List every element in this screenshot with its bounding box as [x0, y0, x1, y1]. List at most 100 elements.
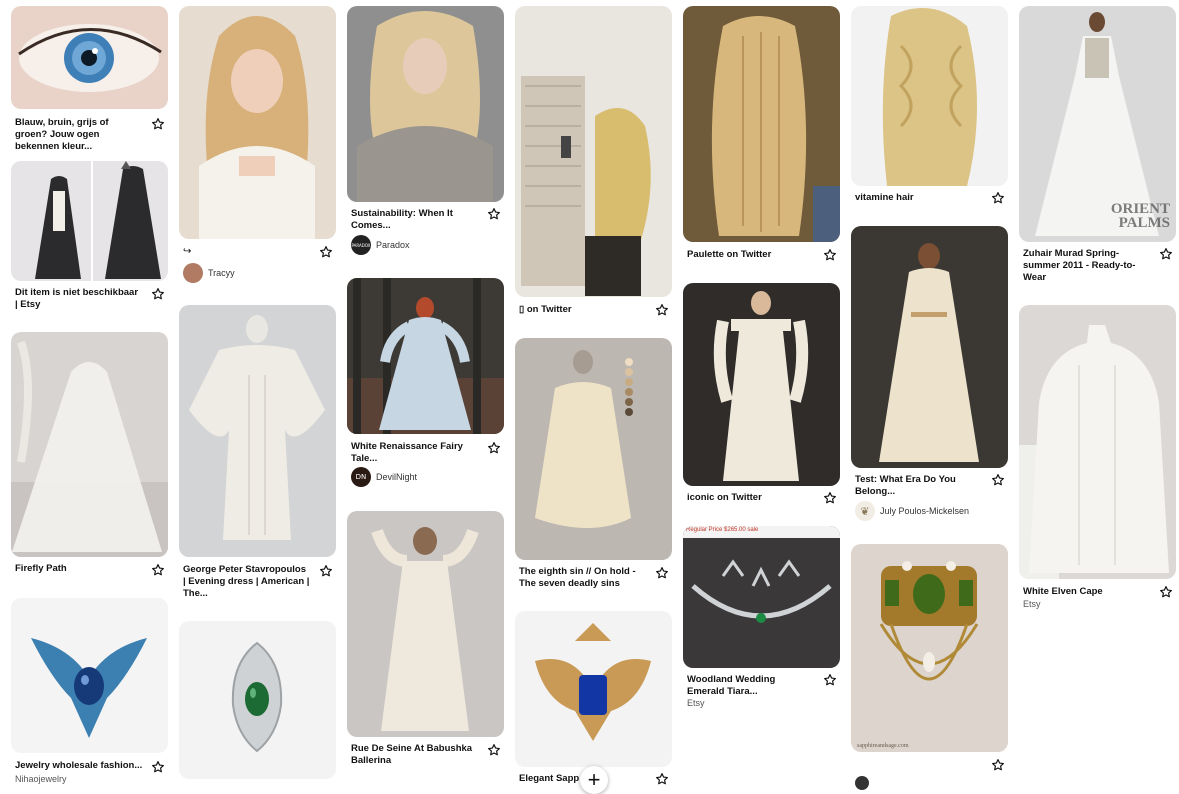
pin-image-blonde-girl[interactable] [179, 6, 336, 239]
avatar: DN [351, 467, 371, 487]
plus-icon: + [587, 767, 601, 792]
pin-card[interactable]: Regular Price $265.00 sale Woodland Wedd… [683, 526, 840, 716]
pin-card[interactable]: Sustainability: When It Comes... PARADOX… [347, 6, 504, 262]
pin-image-mirror-selfie[interactable] [515, 6, 672, 297]
pin-author[interactable]: ❦ July Poulos-Mickelsen [855, 501, 969, 521]
create-plus-button[interactable]: + [580, 766, 608, 794]
pin-image-green-gem-brooch[interactable]: sapphireandsage.com [851, 544, 1008, 752]
save-star-icon[interactable] [151, 563, 165, 577]
save-star-icon[interactable] [487, 441, 501, 455]
pin-title: Firefly Path [15, 563, 67, 574]
pin-title: White Elven Cape [1023, 586, 1103, 597]
pin-title: Blauw, bruin, grijs of groen? Jouw ogen … [15, 117, 109, 152]
pin-author[interactable]: PARADOX Paradox [351, 235, 410, 255]
save-star-icon[interactable] [319, 245, 333, 259]
pin-title: Rue De Seine At Babushka Ballerina [351, 743, 473, 766]
pin-title: vitamine hair [855, 192, 914, 203]
pin-image-lace-gown[interactable] [347, 511, 504, 737]
pin-card[interactable]: ↪ Tracyy [179, 6, 336, 286]
save-star-icon[interactable] [823, 248, 837, 262]
pin-card[interactable]: Test: What Era Do You Belong... ❦ July P… [851, 226, 1008, 526]
save-star-icon[interactable] [991, 191, 1005, 205]
pin-image-blue-bird-brooch[interactable] [11, 598, 168, 753]
save-star-icon[interactable] [487, 207, 501, 221]
pin-image-emerald-tiara[interactable]: Regular Price $265.00 sale [683, 526, 840, 668]
image-watermark: sapphireandsage.com [857, 743, 909, 749]
pin-title: Dit item is niet beschikbaar | Etsy [15, 287, 139, 310]
save-star-icon[interactable] [991, 473, 1005, 487]
pin-title: White Renaissance Fairy Tale... [351, 441, 463, 464]
pin-source: Etsy [1023, 599, 1041, 609]
pin-image-black-cape[interactable] [11, 161, 168, 281]
pin-author[interactable]: Tracyy [183, 263, 235, 283]
pin-title: Woodland Wedding Emerald Tiara... [687, 674, 776, 697]
pin-image-wavy-blonde-hair[interactable] [851, 6, 1008, 186]
save-star-icon[interactable] [991, 758, 1005, 772]
pin-image-grecian-gown[interactable] [851, 226, 1008, 468]
pin-card[interactable]: Blauw, bruin, grijs of groen? Jouw ogen … [11, 6, 168, 152]
pin-author-name: July Poulos-Mickelsen [880, 506, 970, 516]
avatar [855, 776, 869, 790]
pin-title: George Peter Stavropoulos | Evening dres… [183, 564, 310, 599]
pin-card[interactable]: George Peter Stavropoulos | Evening dres… [179, 305, 336, 605]
pin-card[interactable]: sapphireandsage.com [851, 544, 1008, 784]
pin-author-name: Tracyy [208, 268, 235, 278]
pin-image-eye[interactable] [11, 6, 168, 109]
pin-card[interactable]: Jewelry wholesale fashion... Nihaojewelr… [11, 598, 168, 784]
save-star-icon[interactable] [151, 117, 165, 131]
pin-title: Jewelry wholesale fashion... [15, 760, 143, 771]
pin-title: The eighth sin // On hold - The seven de… [519, 566, 636, 589]
save-star-icon[interactable] [151, 287, 165, 301]
avatar [183, 263, 203, 283]
pin-card[interactable]: ORIENT PALMS Zuhair Murad Spring-summer … [1019, 6, 1176, 291]
pin-card[interactable] [179, 621, 336, 781]
save-star-icon[interactable] [655, 566, 669, 580]
pin-source: Etsy [687, 698, 705, 708]
pin-card[interactable]: iconic on Twitter [683, 283, 840, 508]
pin-title: iconic on Twitter [687, 492, 762, 503]
pin-author[interactable]: DN DevilNight [351, 467, 417, 487]
share-arrow-icon[interactable]: ↪ [183, 246, 191, 257]
pin-card[interactable]: Elegant Sapp ble [515, 611, 672, 784]
pin-image-blonde-sweater[interactable] [347, 6, 504, 202]
pin-card[interactable]: Firefly Path [11, 332, 168, 582]
pin-image-forest-fairy[interactable] [347, 278, 504, 434]
avatar: PARADOX [351, 235, 371, 255]
pin-card[interactable]: vitamine hair [851, 6, 1008, 211]
pin-card[interactable]: The eighth sin // On hold - The seven de… [515, 338, 672, 593]
image-watermark: ORIENT PALMS [1110, 201, 1170, 231]
pin-image-emerald-pendant[interactable] [179, 621, 336, 779]
save-star-icon[interactable] [151, 760, 165, 774]
pin-image-sapphire-brooch[interactable] [515, 611, 672, 767]
pin-title: ▯ on Twitter [519, 304, 572, 315]
save-star-icon[interactable] [823, 673, 837, 687]
pin-image-white-elven-cape[interactable] [1019, 305, 1176, 579]
pin-image-white-dress-stavropoulos[interactable] [179, 305, 336, 557]
pin-card[interactable]: Dit item is niet beschikbaar | Etsy [11, 161, 168, 321]
pin-image-white-cape[interactable] [11, 332, 168, 557]
pin-image-offshoulder-gown[interactable] [683, 283, 840, 486]
pin-card[interactable]: Rue De Seine At Babushka Ballerina [347, 511, 504, 773]
pin-title: Zuhair Murad Spring-summer 2011 - Ready-… [1023, 248, 1136, 283]
pin-title: Test: What Era Do You Belong... [855, 474, 956, 497]
save-star-icon[interactable] [319, 564, 333, 578]
save-star-icon[interactable] [655, 303, 669, 317]
pin-author-name: DevilNight [376, 472, 418, 482]
price-banner: Regular Price $265.00 sale [686, 527, 759, 533]
pin-title: Paulette on Twitter [687, 249, 772, 260]
pin-source: Nihaojewelry [15, 774, 67, 784]
save-star-icon[interactable] [823, 491, 837, 505]
pin-card[interactable]: ▯ on Twitter [515, 6, 672, 321]
pin-image-dress-sketch[interactable] [515, 338, 672, 560]
pin-author-name: Paradox [376, 240, 410, 250]
pin-card[interactable]: Paulette on Twitter [683, 6, 840, 266]
pin-image-long-blonde-hair[interactable] [683, 6, 840, 242]
pin-card[interactable]: White Elven Cape Etsy [1019, 305, 1176, 615]
ribbon-icon: ❦ [855, 501, 875, 521]
save-star-icon[interactable] [487, 743, 501, 757]
pin-card[interactable]: White Renaissance Fairy Tale... DN Devil… [347, 278, 504, 493]
save-star-icon[interactable] [1159, 585, 1173, 599]
pin-title: Sustainability: When It Comes... [351, 208, 453, 231]
save-star-icon[interactable] [1159, 247, 1173, 261]
pin-image-zuhair-murad-gown[interactable]: ORIENT PALMS [1019, 6, 1176, 242]
